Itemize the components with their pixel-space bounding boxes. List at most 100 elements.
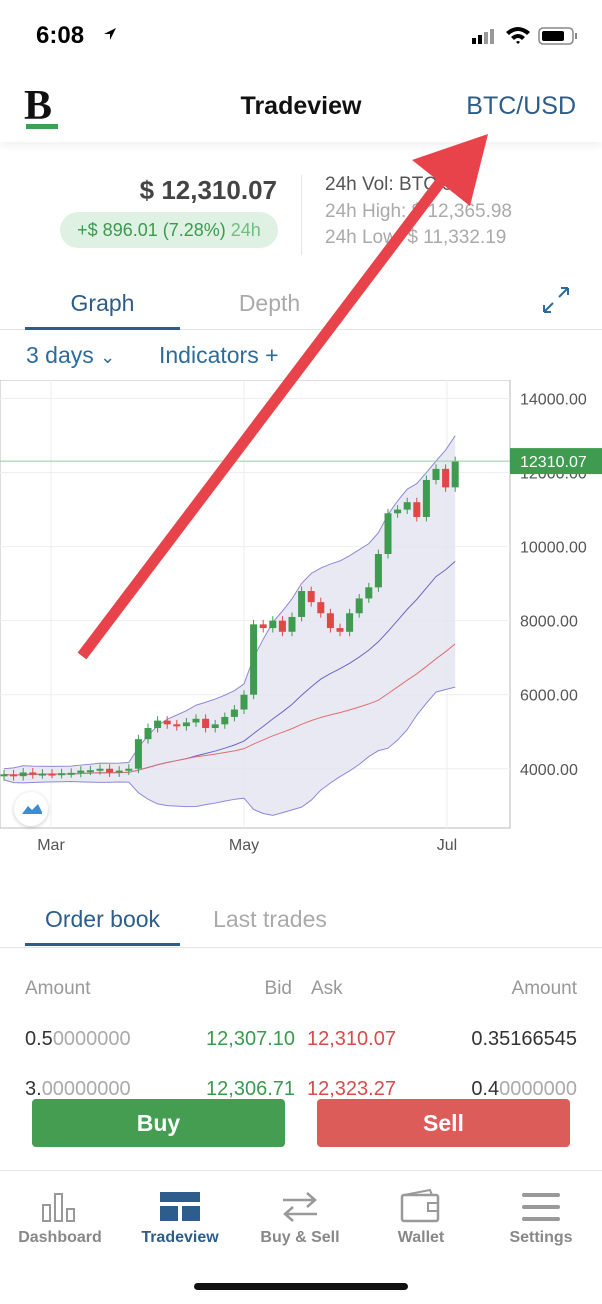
candle [374, 554, 382, 588]
high-24h: 24h High: $ 12,365.98 [325, 201, 512, 222]
volume-24h: 24h Vol: BTC 589 [325, 174, 474, 195]
y-tick-label: 10000.00 [520, 540, 587, 557]
candle [346, 613, 354, 632]
tradeview-icon [160, 1192, 200, 1221]
bottom-nav: Dashboard Tradeview Buy & Sell Wallet Se… [0, 1170, 602, 1264]
candle [442, 468, 450, 488]
header-ask: Ask [311, 978, 343, 999]
bid-amount-padding: 00000000 [41, 1078, 131, 1100]
candle [134, 739, 142, 769]
low-24h: 24h Low: $ 11,332.19 [325, 227, 507, 248]
ask-amount: 0.4 [471, 1078, 500, 1100]
x-tick-label: May [229, 837, 259, 854]
time-range-label: 3 days [26, 342, 94, 368]
candle [221, 716, 229, 725]
candle [202, 718, 210, 729]
bid-amount: 3. [25, 1078, 42, 1100]
location-icon [104, 28, 116, 40]
tab-graph[interactable]: Graph [25, 290, 180, 330]
tab-last-trades[interactable]: Last trades [195, 906, 345, 933]
candle [58, 773, 66, 776]
candle [278, 620, 286, 632]
candle [413, 502, 421, 517]
candle [288, 616, 296, 632]
nav-tradeview[interactable]: Tradeview [120, 1171, 240, 1265]
candle [96, 768, 104, 771]
candle [307, 591, 315, 603]
candle [326, 613, 334, 629]
candle [230, 709, 238, 717]
candle [394, 509, 402, 514]
candle [115, 770, 123, 773]
candle [432, 468, 440, 480]
candle [48, 773, 56, 776]
expand-icon[interactable] [540, 284, 572, 316]
signal-icon [472, 29, 494, 44]
tab-order-book[interactable]: Order book [25, 906, 180, 946]
bar-chart-icon [42, 1193, 75, 1222]
tradingview-icon[interactable] [14, 792, 48, 826]
nav-buy-sell[interactable]: Buy & Sell [240, 1171, 360, 1265]
x-tick-label: Jul [437, 837, 457, 854]
candle [67, 772, 75, 775]
candle [125, 768, 133, 771]
candle [355, 598, 363, 614]
nav-label: Settings [509, 1229, 573, 1246]
plus-icon: + [265, 342, 279, 368]
menu-icon [522, 1193, 560, 1221]
tab-depth[interactable]: Depth [192, 290, 347, 317]
current-price-label: 12310.07 [520, 454, 587, 471]
home-indicator [194, 1283, 408, 1290]
candle [269, 620, 277, 629]
price-chart[interactable]: 14000.0012000.0010000.008000.006000.0040… [0, 380, 602, 860]
bid-amount: 0.5 [25, 1028, 53, 1050]
candle [211, 724, 219, 729]
ask-amount-padding: 0000000 [499, 1078, 577, 1100]
nav-settings[interactable]: Settings [481, 1171, 601, 1265]
nav-label: Buy & Sell [260, 1229, 340, 1246]
bid-price: 12,307.10 [206, 1028, 295, 1050]
price-change: +$ 896.01 (7.28%) [77, 220, 226, 240]
candle [250, 624, 258, 695]
current-price: $ 12,310.07 [139, 175, 277, 205]
candle [0, 774, 8, 777]
nav-label: Dashboard [18, 1229, 102, 1246]
ask-price: 12,323.27 [307, 1078, 396, 1100]
candle [422, 479, 430, 517]
logo-underline [26, 124, 58, 129]
status-bar: 6:08 [0, 0, 602, 70]
y-tick-label: 4000.00 [520, 762, 578, 779]
app-header: B Tradeview BTC/USD [0, 70, 602, 142]
candle [336, 628, 344, 632]
y-tick-label: 14000.00 [520, 392, 587, 409]
time-range-dropdown[interactable]: 3 days ⌄ [26, 342, 115, 369]
x-tick-label: Mar [37, 837, 65, 854]
nav-dashboard[interactable]: Dashboard [0, 1171, 120, 1265]
bid-amount-padding: 0000000 [52, 1028, 131, 1050]
buy-button[interactable]: Buy [32, 1099, 285, 1147]
candle [259, 624, 267, 629]
candle [154, 720, 162, 729]
wallet-icon [400, 1189, 440, 1223]
candle [19, 772, 27, 777]
candle [163, 720, 171, 725]
candle [192, 718, 200, 723]
candle [403, 502, 411, 510]
indicators-label: Indicators [159, 342, 259, 368]
currency-pair-selector[interactable]: BTC/USD [466, 92, 576, 121]
bid-price: 12,306.71 [206, 1078, 295, 1100]
divider [301, 175, 302, 255]
indicators-button[interactable]: Indicators + [159, 342, 279, 369]
chevron-down-icon: ⌄ [100, 347, 116, 367]
candle [182, 722, 190, 727]
status-time: 6:08 [36, 22, 85, 49]
order-book-tabs: Order book Last trades [0, 898, 602, 948]
nav-wallet[interactable]: Wallet [361, 1171, 481, 1265]
candle [317, 602, 325, 614]
sell-button[interactable]: Sell [317, 1099, 570, 1147]
header-ask-amount: Amount [511, 978, 577, 999]
header-bid-amount: Amount [25, 978, 91, 999]
candle [384, 513, 392, 555]
ask-amount: 0.35166545 [471, 1028, 577, 1050]
nav-label: Tradeview [141, 1229, 219, 1246]
